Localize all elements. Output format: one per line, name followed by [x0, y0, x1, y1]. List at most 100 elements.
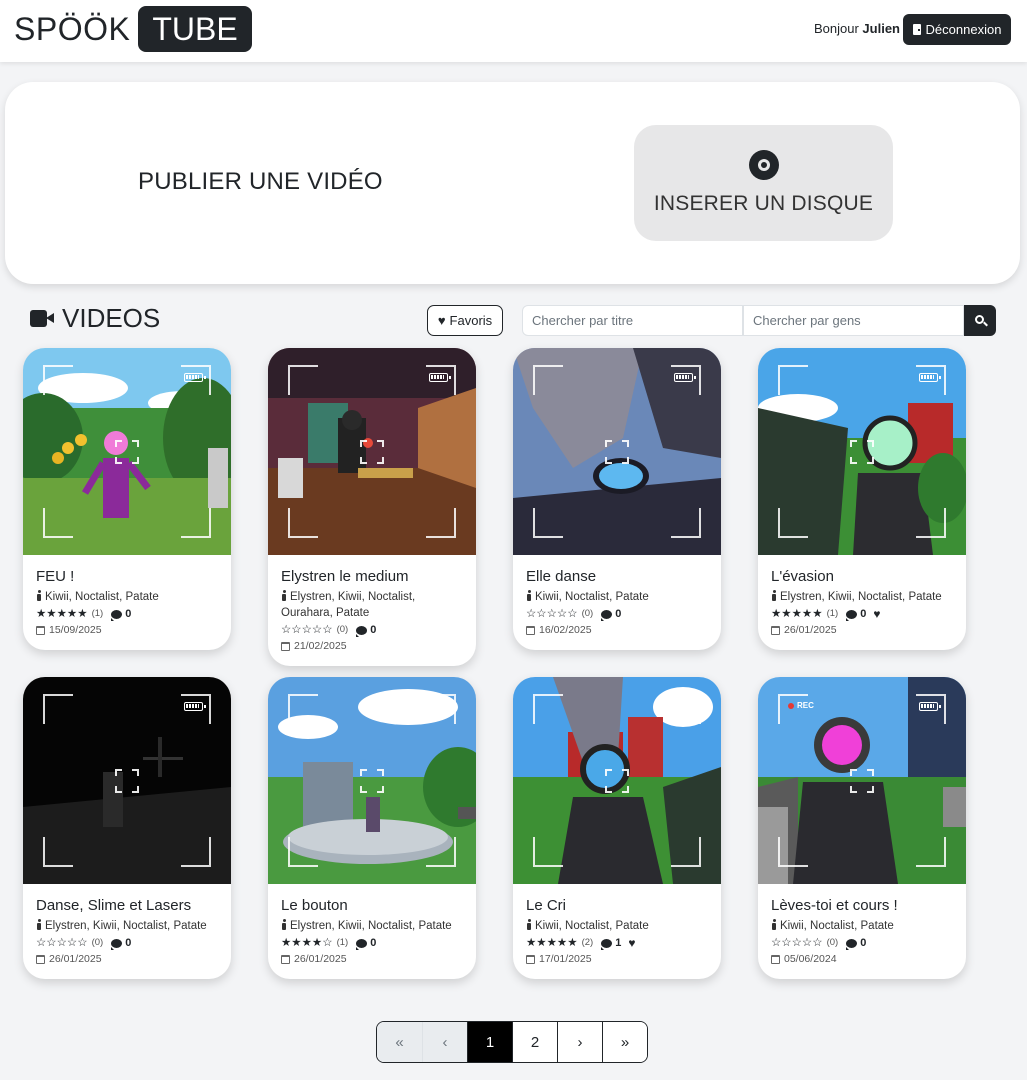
video-thumbnail[interactable] — [513, 348, 721, 555]
video-people: Elystren, Kiwii, Noctalist, Patate — [281, 918, 463, 934]
focus-frame-icon — [360, 440, 384, 464]
page-prev-button[interactable]: ‹ — [422, 1022, 467, 1062]
video-thumbnail[interactable] — [268, 677, 476, 884]
video-card-body: FEU ! Kiwii, Noctalist, Patate ★★★★★ (1)… — [23, 555, 231, 650]
rating-stars: ★★★★★ — [526, 937, 578, 949]
person-icon — [771, 919, 777, 930]
calendar-icon — [771, 955, 780, 964]
rating-count: (1) — [336, 937, 349, 948]
video-card[interactable]: REC Lèves-toi et cours ! Kiwii, Noctalis… — [758, 677, 966, 979]
viewfinder-corner — [288, 694, 318, 724]
video-card[interactable]: Le bouton Elystren, Kiwii, Noctalist, Pa… — [268, 677, 476, 979]
video-card[interactable]: L'évasion Elystren, Kiwii, Noctalist, Pa… — [758, 348, 966, 650]
viewfinder-corner — [181, 837, 211, 867]
page-1-button[interactable]: 1 — [467, 1022, 512, 1062]
calendar-icon — [526, 955, 535, 964]
page-2-button[interactable]: 2 — [512, 1022, 557, 1062]
viewfinder-corner — [43, 365, 73, 395]
video-card[interactable]: Le Cri Kiwii, Noctalist, Patate ★★★★★ (2… — [513, 677, 721, 979]
video-title[interactable]: Le bouton — [281, 897, 463, 915]
focus-frame-icon — [605, 440, 629, 464]
insert-disc-button[interactable]: INSERER UN DISQUE — [634, 125, 893, 241]
video-thumbnail[interactable] — [23, 348, 231, 555]
battery-icon — [919, 702, 941, 711]
comment-count: 0 — [615, 608, 622, 620]
video-title[interactable]: FEU ! — [36, 568, 218, 586]
comments: 0 — [356, 935, 376, 951]
viewfinder-corner — [426, 508, 456, 538]
comment-icon — [601, 609, 613, 621]
video-card[interactable]: FEU ! Kiwii, Noctalist, Patate ★★★★★ (1)… — [23, 348, 231, 650]
video-thumbnail[interactable]: REC — [758, 677, 966, 884]
video-title[interactable]: Danse, Slime et Lasers — [36, 897, 218, 915]
video-card-body: Elystren le medium Elystren, Kiwii, Noct… — [268, 555, 476, 666]
rating-count: (0) — [336, 624, 349, 635]
calendar-icon — [36, 955, 45, 964]
video-title[interactable]: Elle danse — [526, 568, 708, 586]
search-button[interactable] — [964, 305, 996, 336]
rating-stars: ☆☆☆☆☆ — [526, 608, 578, 620]
rating-stars: ☆☆☆☆☆ — [36, 937, 88, 949]
video-thumbnail[interactable] — [268, 348, 476, 555]
comment-icon — [111, 609, 123, 621]
publish-panel: PUBLIER UNE VIDÉO INSERER UN DISQUE — [5, 82, 1020, 284]
comment-count: 0 — [860, 608, 867, 620]
battery-icon — [429, 373, 451, 382]
calendar-icon — [771, 626, 780, 635]
video-card[interactable]: Elle danse Kiwii, Noctalist, Patate ☆☆☆☆… — [513, 348, 721, 650]
video-date-text: 15/09/2025 — [49, 624, 102, 636]
favorite-heart-icon[interactable]: ♥ — [873, 606, 880, 622]
video-thumbnail[interactable] — [758, 348, 966, 555]
battery-icon — [674, 702, 696, 711]
favorite-heart-icon[interactable]: ♥ — [628, 935, 635, 951]
heart-icon: ♥ — [437, 313, 446, 328]
comment-count: 1 — [615, 937, 622, 949]
video-people-list: Elystren, Kiwii, Noctalist, Patate — [45, 920, 207, 932]
comment-icon — [846, 938, 858, 950]
rec-indicator: REC — [788, 701, 814, 710]
logout-button[interactable]: Déconnexion — [903, 14, 1011, 45]
focus-frame-icon — [360, 769, 384, 793]
page-last-button[interactable]: » — [602, 1022, 647, 1062]
comment-count: 0 — [370, 937, 377, 949]
search-people-input[interactable] — [743, 305, 964, 336]
rating-stars: ★★★★★ — [771, 608, 823, 620]
video-card[interactable]: Danse, Slime et Lasers Elystren, Kiwii, … — [23, 677, 231, 979]
search-title-input[interactable] — [522, 305, 743, 336]
video-date: 26/01/2025 — [771, 623, 953, 638]
video-title[interactable]: Elystren le medium — [281, 568, 463, 586]
favorites-button[interactable]: ♥ Favoris — [427, 305, 503, 336]
viewfinder-corner — [778, 837, 808, 867]
video-stats: ★★★★★ (1) 0 — [36, 606, 218, 622]
viewfinder-corner — [181, 508, 211, 538]
video-card-body: Le Cri Kiwii, Noctalist, Patate ★★★★★ (2… — [513, 884, 721, 979]
video-title[interactable]: L'évasion — [771, 568, 953, 586]
viewfinder-corner — [288, 508, 318, 538]
video-title[interactable]: Lèves-toi et cours ! — [771, 897, 953, 915]
video-card[interactable]: Elystren le medium Elystren, Kiwii, Noct… — [268, 348, 476, 666]
video-stats: ☆☆☆☆☆ (0) 0 — [771, 935, 953, 951]
rating-count: (2) — [581, 937, 594, 948]
focus-frame-icon — [115, 769, 139, 793]
video-thumbnail[interactable] — [513, 677, 721, 884]
viewfinder-corner — [533, 508, 563, 538]
username: Julien — [862, 21, 900, 36]
comment-icon — [111, 938, 123, 950]
page-next-button[interactable]: › — [557, 1022, 602, 1062]
video-title[interactable]: Le Cri — [526, 897, 708, 915]
video-people: Kiwii, Noctalist, Patate — [36, 589, 218, 605]
video-date: 15/09/2025 — [36, 623, 218, 638]
video-people-list: Elystren, Kiwii, Noctalist, Ourahara, Pa… — [281, 591, 416, 619]
rating-count: (0) — [581, 608, 594, 619]
person-icon — [526, 919, 532, 930]
viewfinder-corner — [43, 508, 73, 538]
video-date-text: 26/01/2025 — [784, 624, 837, 636]
video-thumbnail[interactable] — [23, 677, 231, 884]
rating-count: (1) — [91, 608, 104, 619]
comment-icon — [601, 938, 613, 950]
focus-frame-icon — [605, 769, 629, 793]
logo[interactable]: SPÖÖK TUBE — [14, 6, 252, 52]
page-first-button[interactable]: « — [377, 1022, 422, 1062]
video-card-body: Le bouton Elystren, Kiwii, Noctalist, Pa… — [268, 884, 476, 979]
viewfinder-corner — [778, 365, 808, 395]
